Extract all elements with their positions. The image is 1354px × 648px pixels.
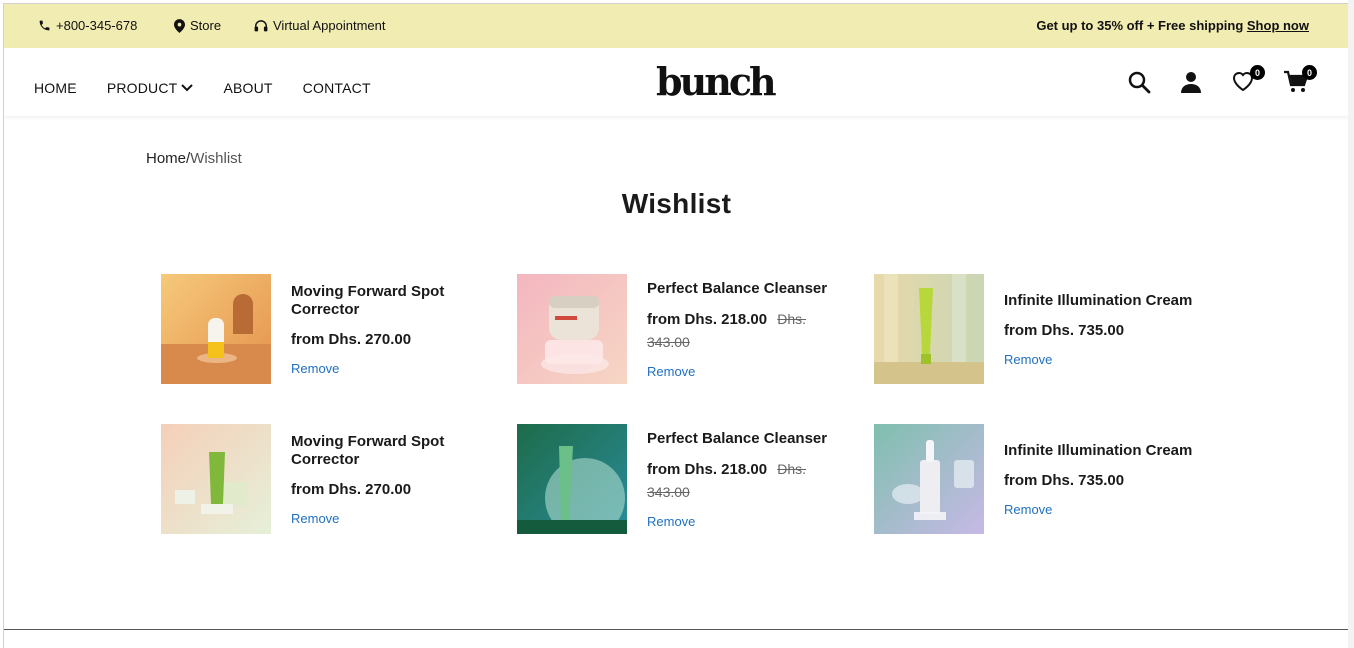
wishlist-item: Moving Forward Spot Corrector from Dhs. … bbox=[161, 274, 491, 386]
product-price: from Dhs. 735.00 bbox=[1004, 470, 1204, 492]
promo-message: Get up to 35% off + Free shipping Shop n… bbox=[1036, 18, 1309, 33]
remove-button[interactable]: Remove bbox=[291, 511, 491, 526]
nav-contact[interactable]: CONTACT bbox=[303, 80, 371, 96]
product-info: Perfect Balance Cleanser from Dhs. 218.0… bbox=[647, 424, 847, 534]
product-image[interactable] bbox=[517, 274, 627, 384]
product-name[interactable]: Moving Forward Spot Corrector bbox=[291, 433, 491, 469]
product-name[interactable]: Perfect Balance Cleanser bbox=[647, 280, 847, 298]
product-name[interactable]: Infinite Illumination Cream bbox=[1004, 442, 1204, 460]
current-price: from Dhs. 270.00 bbox=[291, 330, 412, 348]
product-name[interactable]: Perfect Balance Cleanser bbox=[647, 430, 847, 448]
announcement-bar: +800-345-678 Store Virtual Appointment G… bbox=[4, 4, 1348, 48]
product-info: Infinite Illumination Cream from Dhs. 73… bbox=[1004, 274, 1204, 384]
product-price: from Dhs. 735.00 bbox=[1004, 320, 1204, 342]
current-price: from Dhs. 735.00 bbox=[1004, 471, 1125, 489]
breadcrumb-home[interactable]: Home bbox=[146, 150, 186, 167]
current-price: from Dhs. 270.00 bbox=[291, 480, 412, 498]
brand-logo[interactable]: bunch bbox=[656, 62, 777, 102]
product-name[interactable]: Moving Forward Spot Corrector bbox=[291, 283, 491, 319]
product-info: Moving Forward Spot Corrector from Dhs. … bbox=[291, 274, 491, 384]
nav-product-label: PRODUCT bbox=[106, 80, 178, 96]
product-image[interactable] bbox=[517, 424, 627, 534]
search-icon bbox=[1127, 71, 1151, 98]
search-button[interactable] bbox=[1127, 70, 1153, 96]
product-name[interactable]: Infinite Illumination Cream bbox=[1004, 292, 1204, 310]
remove-button[interactable]: Remove bbox=[291, 361, 491, 376]
account-button[interactable] bbox=[1179, 70, 1205, 96]
user-icon bbox=[1179, 72, 1203, 98]
shop-now-link[interactable]: Shop now bbox=[1247, 18, 1309, 33]
cart-count-badge: 0 bbox=[1302, 65, 1317, 80]
phone-number: +800-345-678 bbox=[56, 18, 138, 33]
breadcrumb-current: Wishlist bbox=[190, 150, 242, 167]
breadcrumb: Home/Wishlist bbox=[146, 150, 242, 167]
product-price: from Dhs. 270.00 bbox=[291, 329, 491, 351]
current-price: from Dhs. 218.00 bbox=[647, 310, 768, 328]
product-price: from Dhs. 218.00 Dhs. 343.00 bbox=[647, 308, 847, 354]
product-image[interactable] bbox=[874, 424, 984, 534]
current-price: from Dhs. 735.00 bbox=[1004, 321, 1125, 339]
product-info: Infinite Illumination Cream from Dhs. 73… bbox=[1004, 424, 1204, 534]
heart-icon bbox=[1231, 72, 1255, 96]
chevron-down-icon bbox=[181, 84, 194, 92]
nav-about[interactable]: ABOUT bbox=[223, 80, 272, 96]
page-scrollbar[interactable] bbox=[1348, 0, 1354, 648]
location-pin-icon bbox=[174, 18, 185, 33]
phone-icon bbox=[38, 19, 51, 32]
nav-home[interactable]: HOME bbox=[34, 80, 77, 96]
wishlist-item: Perfect Balance Cleanser from Dhs. 218.0… bbox=[517, 274, 847, 386]
appointment-label: Virtual Appointment bbox=[273, 18, 386, 33]
current-price: from Dhs. 218.00 bbox=[647, 460, 768, 478]
remove-button[interactable]: Remove bbox=[647, 364, 847, 379]
cart-icon bbox=[1283, 70, 1309, 98]
product-info: Perfect Balance Cleanser from Dhs. 218.0… bbox=[647, 274, 847, 384]
page-frame: +800-345-678 Store Virtual Appointment G… bbox=[3, 3, 1348, 648]
main-navigation: HOME PRODUCT ABOUT CONTACT bunch 0 0 bbox=[4, 48, 1348, 116]
remove-button[interactable]: Remove bbox=[1004, 502, 1204, 517]
wishlist-button[interactable]: 0 bbox=[1231, 65, 1265, 96]
nav-product[interactable]: PRODUCT bbox=[107, 80, 194, 96]
remove-button[interactable]: Remove bbox=[647, 514, 847, 529]
virtual-appointment-link[interactable]: Virtual Appointment bbox=[254, 18, 386, 33]
footer-divider bbox=[4, 629, 1348, 630]
wishlist-item: Infinite Illumination Cream from Dhs. 73… bbox=[874, 274, 1204, 386]
header-icons: 0 0 bbox=[1127, 65, 1317, 98]
phone-link[interactable]: +800-345-678 bbox=[38, 18, 137, 33]
product-price: from Dhs. 218.00 Dhs. 343.00 bbox=[647, 458, 847, 504]
nav-menu: HOME PRODUCT ABOUT CONTACT bbox=[34, 80, 371, 96]
headphones-icon bbox=[254, 19, 268, 32]
product-image[interactable] bbox=[161, 274, 271, 384]
product-price: from Dhs. 270.00 bbox=[291, 479, 491, 501]
product-info: Moving Forward Spot Corrector from Dhs. … bbox=[291, 424, 491, 534]
product-image[interactable] bbox=[161, 424, 271, 534]
product-image[interactable] bbox=[874, 274, 984, 384]
page-title: Wishlist bbox=[621, 188, 732, 219]
cart-button[interactable]: 0 bbox=[1283, 65, 1317, 98]
promo-text: Get up to 35% off + Free shipping bbox=[1036, 18, 1244, 33]
wishlist-count-badge: 0 bbox=[1250, 65, 1265, 80]
remove-button[interactable]: Remove bbox=[1004, 352, 1204, 367]
wishlist-item: Perfect Balance Cleanser from Dhs. 218.0… bbox=[517, 424, 847, 536]
wishlist-item: Infinite Illumination Cream from Dhs. 73… bbox=[874, 424, 1204, 536]
store-link[interactable]: Store bbox=[174, 18, 221, 33]
wishlist-item: Moving Forward Spot Corrector from Dhs. … bbox=[161, 424, 491, 536]
store-label: Store bbox=[190, 18, 222, 33]
